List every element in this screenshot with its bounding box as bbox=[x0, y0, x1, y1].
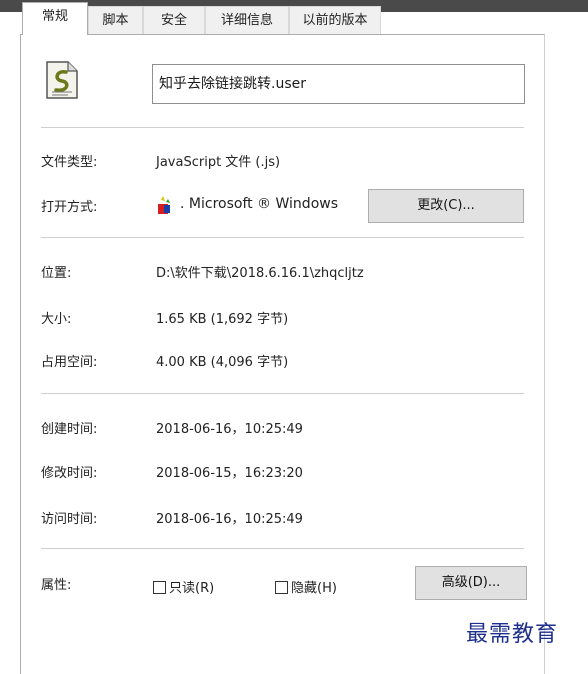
windows-script-host-icon bbox=[156, 195, 176, 215]
size-value: 1.65 KB (1,692 字节) bbox=[156, 312, 289, 327]
location-value: D:\软件下载\2018.6.16.1\zhqcljtz bbox=[156, 266, 364, 281]
advanced-button[interactable]: 高级(D)... bbox=[415, 566, 527, 600]
tab-strip: 常规 脚本 安全 详细信息 以前的版本 bbox=[0, 0, 588, 35]
location-label: 位置: bbox=[41, 266, 72, 281]
size-label: 大小: bbox=[41, 312, 72, 327]
modified-value: 2018-06-15，16:23:20 bbox=[156, 466, 303, 481]
divider bbox=[41, 548, 524, 549]
opens-with-value: . Microsoft ® Windows bbox=[180, 196, 339, 212]
watermark-text: 最需教育 bbox=[466, 622, 559, 647]
accessed-value: 2018-06-16，10:25:49 bbox=[156, 512, 303, 527]
hidden-checkbox[interactable]: 隐藏(H) bbox=[275, 577, 337, 596]
tab-security[interactable]: 安全 bbox=[143, 6, 205, 34]
attributes-label: 属性: bbox=[41, 578, 72, 593]
opens-with-label: 打开方式: bbox=[41, 200, 98, 215]
change-button[interactable]: 更改(C)... bbox=[368, 189, 524, 223]
file-type-value: JavaScript 文件 (.js) bbox=[156, 155, 281, 170]
divider bbox=[41, 127, 524, 128]
file-type-label: 文件类型: bbox=[41, 155, 98, 170]
divider bbox=[41, 237, 524, 238]
file-name-field[interactable]: 知乎去除链接跳转.user bbox=[152, 64, 525, 104]
tab-previous-versions[interactable]: 以前的版本 bbox=[289, 6, 381, 34]
divider bbox=[41, 393, 524, 394]
size-on-disk-value: 4.00 KB (4,096 字节) bbox=[156, 355, 289, 370]
modified-label: 修改时间: bbox=[41, 466, 98, 481]
readonly-checkbox[interactable]: 只读(R) bbox=[153, 577, 214, 596]
tab-details[interactable]: 详细信息 bbox=[205, 6, 289, 34]
size-on-disk-label: 占用空间: bbox=[41, 355, 98, 370]
created-label: 创建时间: bbox=[41, 422, 98, 437]
tab-general[interactable]: 常规 bbox=[22, 2, 88, 35]
checkbox-box[interactable] bbox=[153, 581, 166, 594]
tab-script[interactable]: 脚本 bbox=[88, 6, 143, 34]
accessed-label: 访问时间: bbox=[41, 512, 98, 527]
created-value: 2018-06-16，10:25:49 bbox=[156, 422, 303, 437]
script-file-icon bbox=[44, 60, 80, 100]
checkbox-box[interactable] bbox=[275, 581, 288, 594]
